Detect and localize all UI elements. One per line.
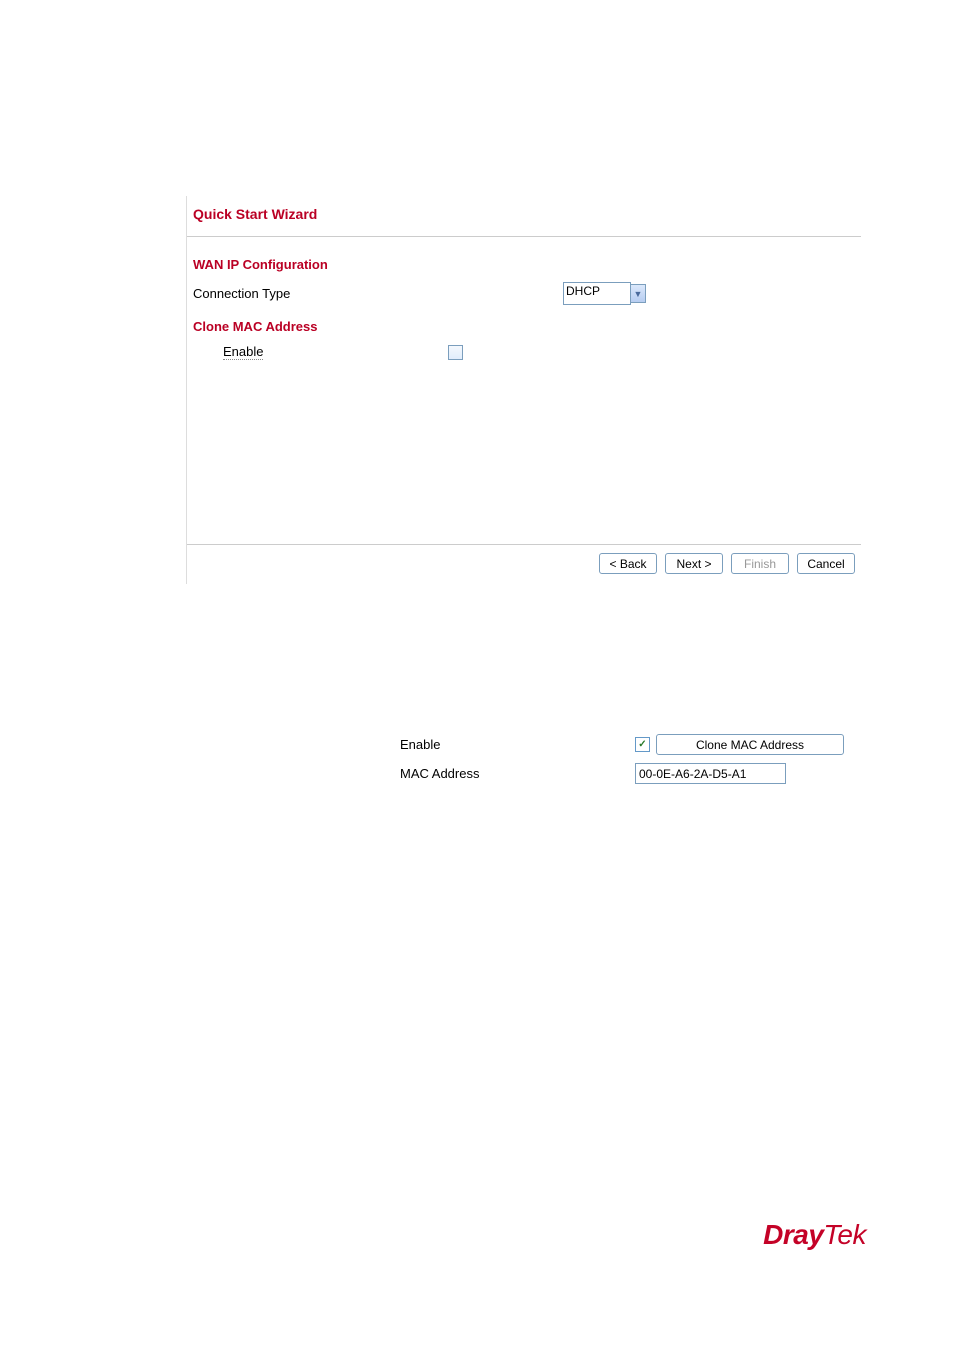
draytek-logo: DrayTek: [763, 1219, 866, 1251]
wizard-title: Quick Start Wizard: [187, 196, 861, 237]
finish-button: Finish: [731, 553, 789, 574]
clone-mac-detail-snippet: Enable ✓ Clone MAC Address MAC Address: [400, 734, 844, 792]
connection-type-label: Connection Type: [193, 286, 563, 301]
mac-address-input[interactable]: [635, 763, 786, 784]
connection-type-row: Connection Type DHCP ▼: [187, 278, 861, 309]
snippet-enable-checkbox[interactable]: ✓: [635, 737, 650, 752]
cancel-button[interactable]: Cancel: [797, 553, 855, 574]
enable-row: Enable: [187, 340, 861, 364]
snippet-mac-row: MAC Address: [400, 763, 844, 784]
snippet-mac-label: MAC Address: [400, 766, 635, 781]
snippet-enable-row: Enable ✓ Clone MAC Address: [400, 734, 844, 755]
back-button[interactable]: < Back: [599, 553, 657, 574]
next-button[interactable]: Next >: [665, 553, 723, 574]
connection-type-select[interactable]: DHCP ▼: [563, 282, 646, 305]
snippet-enable-label: Enable: [400, 737, 635, 752]
enable-label: Enable: [223, 344, 263, 360]
wan-ip-section-title: WAN IP Configuration: [187, 237, 861, 278]
connection-type-value[interactable]: DHCP: [563, 282, 631, 305]
clone-mac-section-title: Clone MAC Address: [187, 309, 861, 340]
brand-light: Tek: [823, 1219, 866, 1250]
wizard-button-bar: < Back Next > Finish Cancel: [187, 544, 861, 584]
chevron-down-icon[interactable]: ▼: [631, 284, 646, 303]
wizard-panel: Quick Start Wizard WAN IP Configuration …: [186, 196, 861, 584]
clone-mac-button[interactable]: Clone MAC Address: [656, 734, 844, 755]
brand-bold: Dray: [763, 1219, 823, 1250]
enable-checkbox[interactable]: [448, 345, 463, 360]
